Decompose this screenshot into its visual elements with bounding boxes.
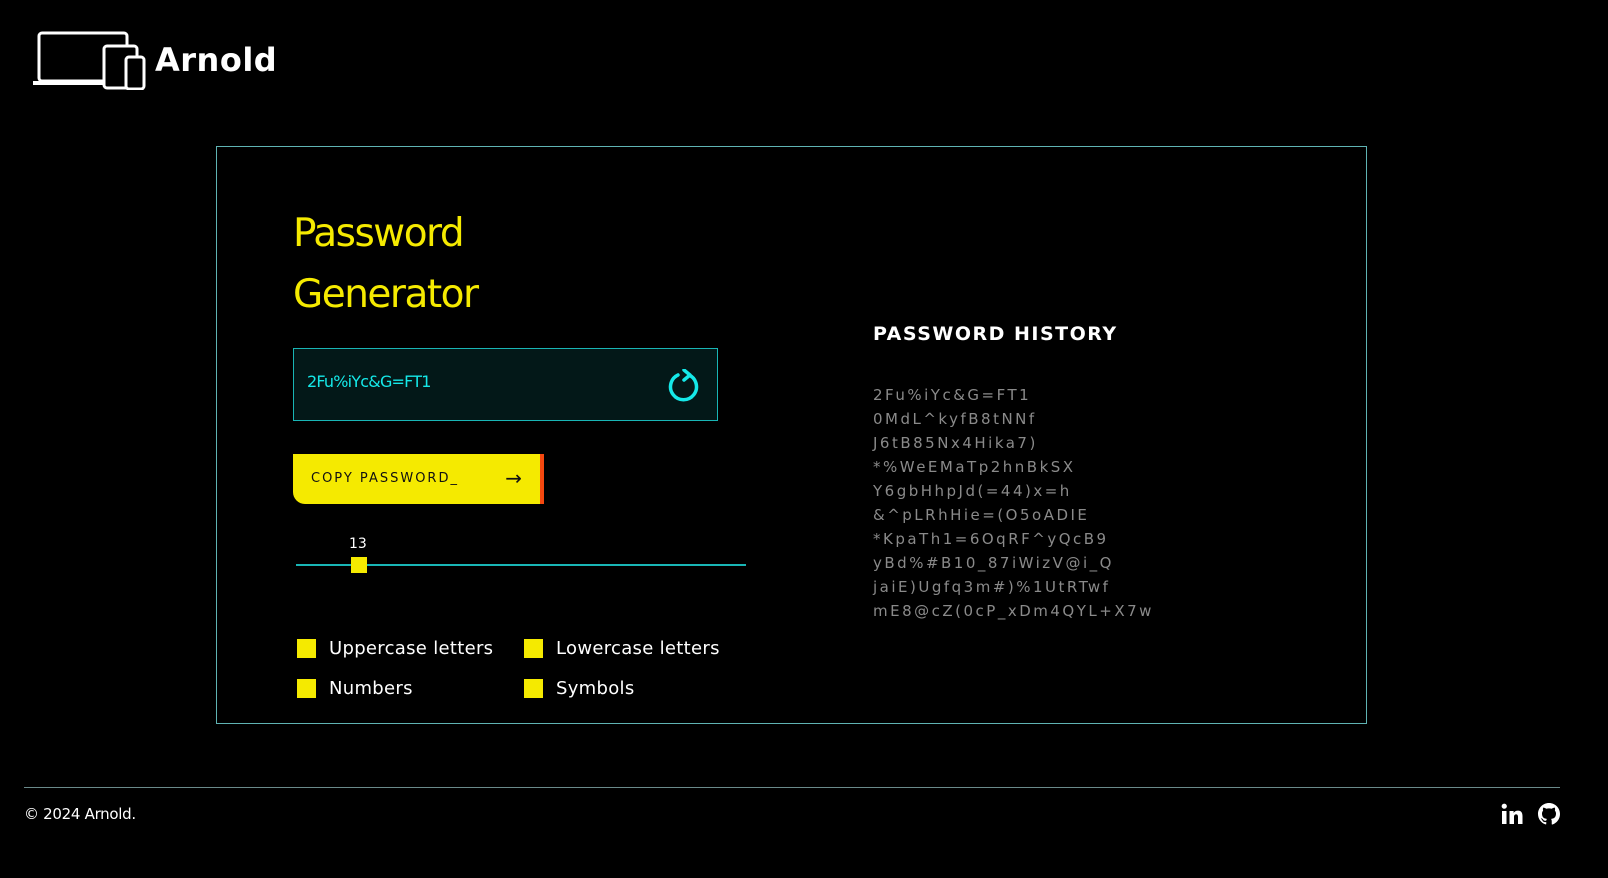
github-icon[interactable] xyxy=(1537,802,1561,830)
uppercase-checkbox[interactable] xyxy=(297,639,316,658)
history-item[interactable]: jaiE)Ugfq3m#)%1UtRTwf xyxy=(873,575,1154,599)
title-line-1: Password xyxy=(293,211,465,256)
page-title: Password Generator xyxy=(293,203,479,325)
footer-divider xyxy=(24,787,1560,788)
password-output[interactable]: 2Fu%iYc&G=FT1 xyxy=(293,348,718,421)
symbols-label: Symbols xyxy=(556,678,635,699)
length-slider[interactable]: 13 xyxy=(296,536,746,576)
arrow-right-icon: → xyxy=(505,466,522,490)
uppercase-label: Uppercase letters xyxy=(329,638,494,659)
option-uppercase[interactable]: Uppercase letters xyxy=(297,638,493,659)
history-item[interactable]: yBd%#B10_87iWizV@i_Q xyxy=(873,551,1154,575)
option-lowercase[interactable]: Lowercase letters xyxy=(524,638,720,659)
password-text[interactable]: 2Fu%iYc&G=FT1 xyxy=(307,372,431,391)
lowercase-checkbox[interactable] xyxy=(524,639,543,658)
history-list: 2Fu%iYc&G=FT1 0MdL^kyfB8tNNf J6tB85Nx4Hi… xyxy=(873,383,1154,623)
history-item[interactable]: mE8@cZ(0cP_xDm4QYL+X7w xyxy=(873,599,1154,623)
copy-password-label: COPY PASSWORD_ xyxy=(311,471,459,486)
devices-icon xyxy=(33,31,146,90)
history-item[interactable]: J6tB85Nx4Hika7) xyxy=(873,431,1154,455)
slider-thumb[interactable] xyxy=(351,557,367,573)
lowercase-label: Lowercase letters xyxy=(556,638,720,659)
linkedin-icon[interactable] xyxy=(1500,802,1524,830)
copyright-text: © 2024 Arnold. xyxy=(24,805,136,823)
history-item[interactable]: &^pLRhHie=(O5oADIE xyxy=(873,503,1154,527)
generator-card: Password Generator 2Fu%iYc&G=FT1 COPY PA… xyxy=(216,146,1367,724)
refresh-icon[interactable] xyxy=(667,368,701,407)
length-value: 13 xyxy=(349,536,367,552)
history-item[interactable]: *%WeEMaTp2hnBkSX xyxy=(873,455,1154,479)
history-item[interactable]: *KpaTh1=6OqRF^yQcB9 xyxy=(873,527,1154,551)
history-item[interactable]: 0MdL^kyfB8tNNf xyxy=(873,407,1154,431)
history-item[interactable]: 2Fu%iYc&G=FT1 xyxy=(873,383,1154,407)
copy-password-button[interactable]: COPY PASSWORD_ → xyxy=(293,454,544,504)
history-item[interactable]: Y6gbHhpJd(=44)x=h xyxy=(873,479,1154,503)
brand-logo[interactable]: Arnold xyxy=(33,30,277,90)
option-symbols[interactable]: Symbols xyxy=(524,678,635,699)
numbers-label: Numbers xyxy=(329,678,413,699)
option-numbers[interactable]: Numbers xyxy=(297,678,413,699)
brand-name: Arnold xyxy=(155,41,278,79)
symbols-checkbox[interactable] xyxy=(524,679,543,698)
numbers-checkbox[interactable] xyxy=(297,679,316,698)
history-title: PASSWORD HISTORY xyxy=(873,323,1118,345)
title-line-2: Generator xyxy=(293,272,479,317)
